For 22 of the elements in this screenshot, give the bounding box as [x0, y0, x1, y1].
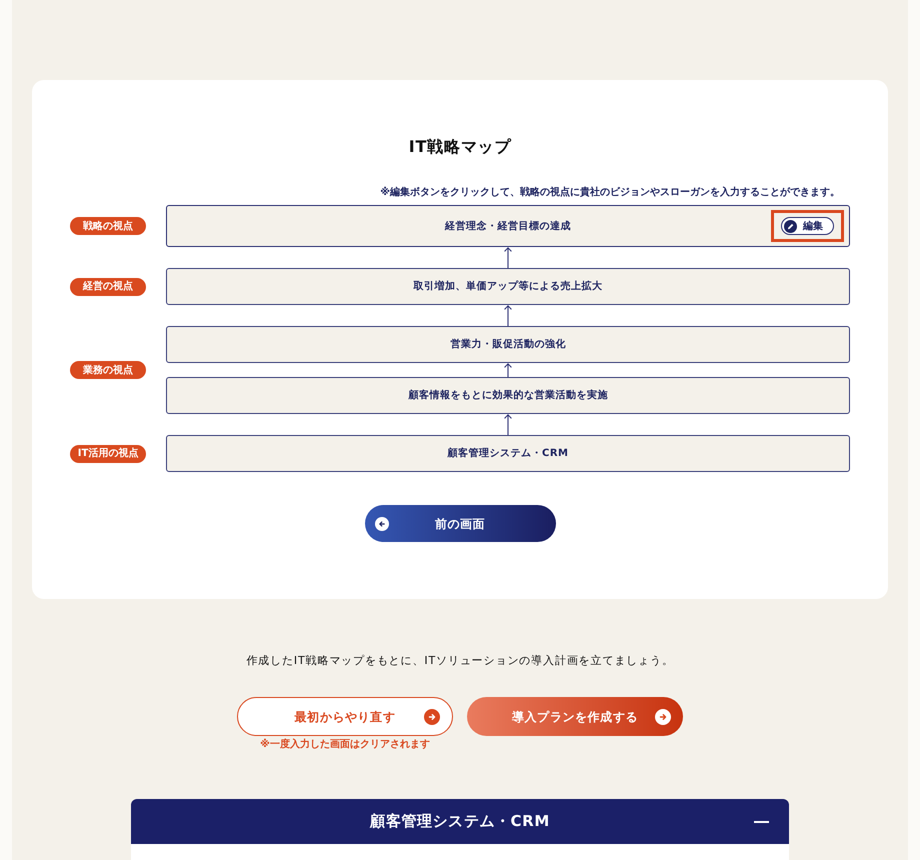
node-label: 顧客管理システム・CRM — [448, 446, 568, 461]
node-label: 取引増加、単価アップ等による売上拡大 — [414, 279, 602, 294]
back-button[interactable]: 前の画面 — [364, 505, 556, 542]
connector-arrow — [504, 305, 512, 326]
perspective-label: 業務の視点 — [70, 361, 146, 379]
accordion-header[interactable]: 顧客管理システム・CRM — [131, 799, 789, 844]
edit-button[interactable]: 編集 — [781, 217, 834, 235]
perspective-label: IT活用の視点 — [70, 444, 146, 462]
perspective-label: 経営の視点 — [70, 278, 146, 296]
pencil-icon — [784, 220, 797, 232]
reset-warning-text: ※一度入力した画面はクリアされます — [260, 739, 430, 751]
connector-arrow — [504, 363, 512, 377]
instruction-text: 作成したIT戦略マップをもとに、ITソリューションの導入計画を立てましょう。 — [246, 653, 674, 669]
node-label: 経営理念・経営目標の達成 — [445, 220, 571, 234]
connector-arrow — [504, 414, 512, 435]
edit-hint-text: ※編集ボタンをクリックして、戦略の視点に貴社のビジョンやスローガンを入力することができます。 — [380, 186, 840, 200]
create-plan-button[interactable]: 導入プランを作成する — [467, 697, 683, 736]
node-label: 顧客情報をもとに効果的な営業活動を実施 — [408, 388, 608, 403]
restart-button[interactable]: 最初からやり直す — [237, 697, 453, 736]
perspective-label: 戦略の視点 — [70, 217, 146, 235]
map-title: IT戦略マップ — [408, 136, 512, 158]
node-label: 営業力・販促活動の強化 — [450, 338, 566, 352]
